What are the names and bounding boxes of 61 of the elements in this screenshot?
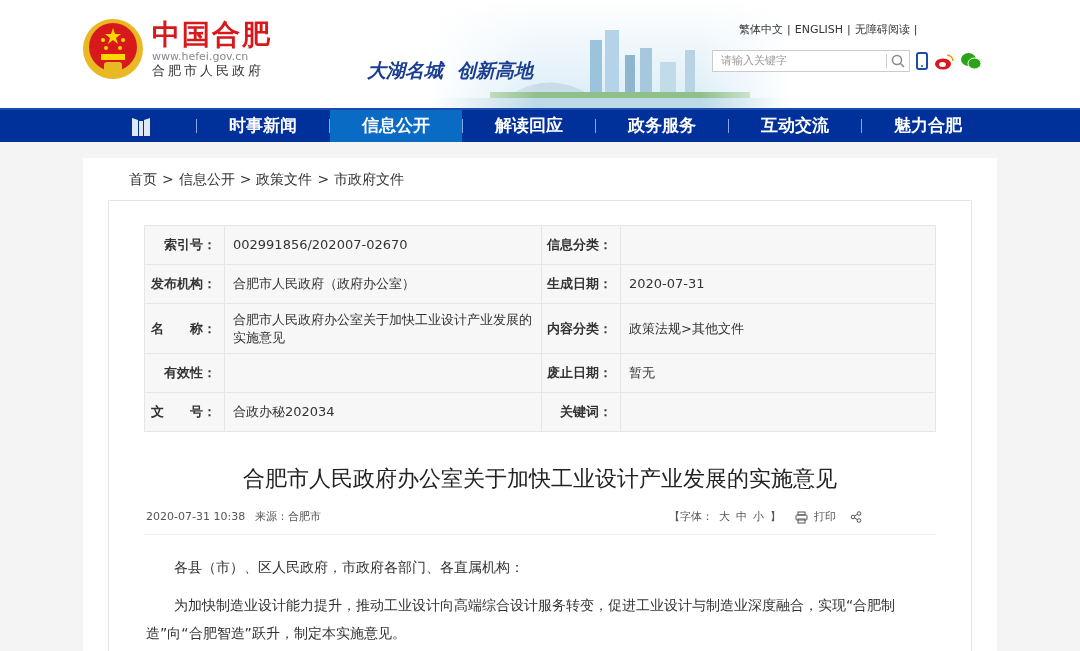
nav-tab[interactable]: 解读回应 [463, 110, 595, 142]
field-label: 有效性： [164, 364, 216, 383]
mobile-icon[interactable] [916, 52, 928, 70]
paragraph: 为加快制造业设计能力提升，推动工业设计向高端综合设计服务转变，促进工业设计与制造业深度融合，实现“合肥制造”向“合肥智造”跃升，制定本实施意见。 [146, 595, 897, 643]
nav-tab[interactable]: 魅力合肥 [862, 110, 994, 142]
search-input[interactable]: 请输入关键字 [713, 52, 886, 70]
breadcrumb-separator: > [317, 169, 330, 189]
font-size-option[interactable]: 大 [719, 509, 730, 526]
breadcrumb-link[interactable]: 市政府文件 [334, 168, 405, 190]
field-label: 生成日期： [547, 275, 612, 294]
field-label: 关键词： [560, 403, 612, 422]
printer-icon[interactable] [795, 510, 808, 524]
slogan: 创新高地 [457, 58, 533, 83]
font-size-label: 【字体： [669, 509, 713, 525]
language-link[interactable]: 无障碍阅读 [854, 22, 910, 39]
field-value: 合政办秘202034 [233, 403, 335, 421]
breadcrumb-link[interactable]: 信息公开 [178, 168, 235, 190]
font-size-bracket: 】 [770, 509, 781, 525]
share-icon[interactable] [850, 511, 862, 524]
site-url: www.hefei.gov.cn [152, 49, 250, 63]
field-value: 合肥市人民政府办公室关于加快工业设计产业发展的实施意见 [233, 310, 533, 347]
nav-tab[interactable]: 政务服务 [596, 110, 728, 142]
building-icon[interactable] [130, 115, 152, 137]
field-label: 名 称： [151, 319, 216, 338]
publish-date: 2020-07-31 10:38 [146, 509, 246, 525]
field-label: 索引号： [164, 236, 216, 255]
nav-tab[interactable]: 时事新闻 [197, 110, 329, 142]
breadcrumb-link[interactable]: 政策文件 [256, 168, 313, 190]
field-label: 废止日期： [547, 364, 612, 383]
emblem-icon [82, 18, 144, 80]
field-value: 2020-07-31 [629, 275, 705, 293]
breadcrumb-separator: > [162, 169, 174, 189]
search-icon[interactable] [891, 54, 905, 68]
link-separator: | [847, 22, 851, 38]
wechat-icon[interactable] [960, 52, 982, 70]
field-value: 政策法规>其他文件 [629, 319, 744, 338]
site-name: 中国合肥 [152, 19, 272, 50]
nav-tab[interactable]: 信息公开 [330, 110, 462, 142]
nav-tab[interactable]: 互动交流 [729, 110, 861, 142]
search-field[interactable]: 请输入关键字 [712, 50, 910, 72]
paragraph: 各县（市）、区人民政府，市政府各部门、各直属机构： [173, 557, 525, 577]
field-label: 发布机构： [151, 275, 216, 294]
field-label: 内容分类： [547, 319, 612, 338]
print-link[interactable]: 打印 [814, 509, 836, 526]
field-value: 002991856/202007-02670 [233, 236, 408, 254]
breadcrumb-link[interactable]: 首页 [129, 168, 157, 190]
article-source: 来源：合肥市 [255, 509, 322, 525]
weibo-icon[interactable] [934, 52, 954, 70]
link-separator: | [787, 22, 791, 38]
font-size-option[interactable]: 中 [736, 509, 747, 526]
field-value: 合肥市人民政府（政府办公室） [233, 275, 415, 293]
field-value: 暂无 [629, 364, 655, 382]
breadcrumb-separator: > [239, 169, 252, 189]
field-label: 文 号： [151, 403, 216, 422]
article-title: 合肥市人民政府办公室关于加快工业设计产业发展的实施意见 [243, 466, 837, 491]
font-size-option[interactable]: 小 [753, 509, 764, 526]
field-label: 信息分类： [547, 236, 612, 255]
language-link[interactable]: ENGLISH [794, 22, 844, 39]
org-name: 合肥市人民政府 [152, 62, 265, 79]
link-separator: | [913, 22, 918, 38]
language-link[interactable]: 繁体中文 [739, 22, 783, 39]
